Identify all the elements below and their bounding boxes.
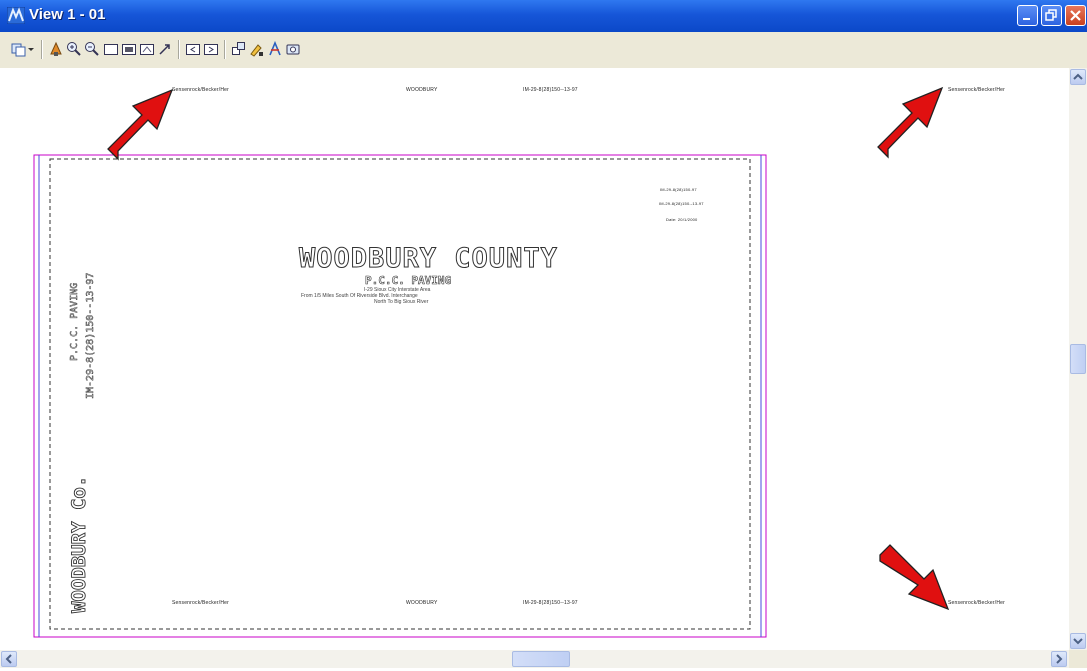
scrollbar-corner	[1069, 650, 1087, 668]
window-title: View 1 - 01	[29, 6, 106, 23]
chevron-left-icon	[5, 654, 12, 664]
scroll-right-button[interactable]	[1051, 651, 1067, 667]
minimize-button[interactable]	[1017, 5, 1038, 26]
vertical-scrollbar[interactable]	[1069, 68, 1087, 650]
scroll-down-button[interactable]	[1070, 633, 1086, 649]
drawing-viewport[interactable]: Sensenrock/Becker/Her WOODBURY IM-29-8(2…	[0, 68, 1069, 650]
restore-icon	[1045, 9, 1057, 21]
horizontal-scrollbar[interactable]	[0, 650, 1069, 668]
close-icon	[1070, 10, 1081, 21]
microstation-app-icon	[6, 6, 26, 25]
annotation-arrows	[107, 86, 950, 611]
chevron-up-icon	[1073, 73, 1083, 80]
red-arrow-icon	[107, 88, 174, 161]
toolbar-separator	[41, 40, 43, 59]
scroll-left-button[interactable]	[1, 651, 17, 667]
red-arrow-icon	[877, 86, 944, 159]
update-view-icon[interactable]	[48, 41, 64, 57]
view-next-icon[interactable]	[203, 41, 219, 57]
copy-view-icon[interactable]	[231, 41, 247, 57]
chevron-right-icon	[1056, 654, 1063, 664]
view-toolbar	[0, 32, 1087, 68]
camera-icon[interactable]	[285, 41, 301, 57]
scroll-up-button[interactable]	[1070, 69, 1086, 85]
dropdown-icon[interactable]	[26, 41, 36, 57]
rotate-view-icon[interactable]	[139, 41, 155, 57]
zoom-out-icon[interactable]	[84, 41, 100, 57]
minimize-icon	[1023, 18, 1030, 20]
red-arrow-icon	[879, 544, 950, 611]
view-groups-icon[interactable]	[11, 41, 27, 57]
window-area-icon[interactable]	[103, 41, 119, 57]
title-bar[interactable]: View 1 - 01	[0, 0, 1087, 32]
toolbar-separator	[224, 40, 226, 59]
toolbar-separator	[178, 40, 180, 59]
vertical-scroll-thumb[interactable]	[1070, 344, 1086, 374]
chevron-down-icon	[1073, 638, 1083, 645]
view-previous-icon[interactable]	[185, 41, 201, 57]
pan-view-icon[interactable]	[157, 41, 173, 57]
level-display-icon[interactable]	[267, 40, 283, 57]
view-attributes-icon[interactable]	[249, 41, 265, 57]
horizontal-scroll-thumb[interactable]	[512, 651, 570, 667]
zoom-in-icon[interactable]	[66, 41, 82, 57]
restore-button[interactable]	[1041, 5, 1062, 26]
close-button[interactable]	[1065, 5, 1086, 26]
fit-view-icon[interactable]	[121, 41, 137, 57]
